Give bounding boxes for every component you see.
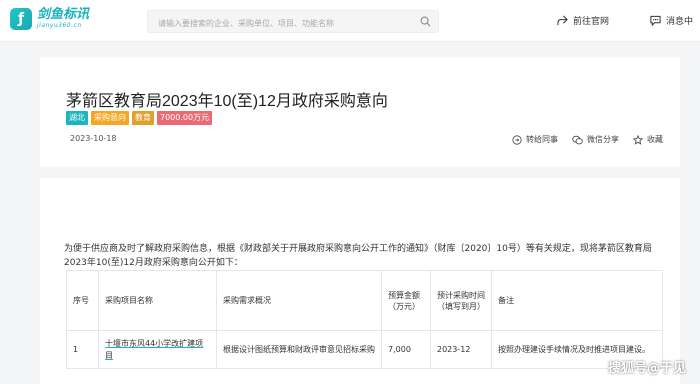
watermark: 搜狐号@于见 xyxy=(607,361,686,376)
table-header-cell: 采购项目名称 xyxy=(98,270,217,331)
page-title: 茅箭区教育局2023年10(至)12月政府采购意向 xyxy=(66,93,388,110)
table-header-cell: 预计采购时间（填写到月） xyxy=(430,270,492,331)
table-cell: 7,000 xyxy=(381,330,431,369)
publish-date: 2023-10-18 xyxy=(70,134,117,143)
forward-label: 转给同事 xyxy=(526,135,558,144)
forward-button[interactable]: 转给同事 xyxy=(512,134,558,145)
tag-industry[interactable]: 教育 xyxy=(132,111,154,125)
search-icon[interactable] xyxy=(420,16,431,27)
table-cell: 根据设计图纸预算和财政评审意见招标采购 xyxy=(216,330,382,369)
favorite-button[interactable]: 收藏 xyxy=(633,134,663,145)
messages-link[interactable]: 消息中 xyxy=(650,14,693,27)
official-site-label: 前往官网 xyxy=(573,17,610,27)
star-icon xyxy=(633,134,643,145)
search-input[interactable] xyxy=(148,13,408,34)
wechat-icon xyxy=(572,135,583,144)
table-cell: 十堰市东风44小学改扩建项目 xyxy=(98,330,217,369)
project-name-link[interactable]: 十堰市东风44小学改扩建项目 xyxy=(105,339,203,360)
messages-label: 消息中 xyxy=(666,17,694,27)
table-cell: 2023-12 xyxy=(430,330,492,369)
wechat-share-label: 微信分享 xyxy=(587,135,619,144)
tag-amount: 7000.00万元 xyxy=(157,111,213,125)
tag-list: 湖北 采购意向 教育 7000.00万元 xyxy=(66,111,215,125)
search-box xyxy=(147,10,439,34)
notice-header-card: 茅箭区教育局2023年10(至)12月政府采购意向 湖北 采购意向 教育 700… xyxy=(40,57,680,167)
table-header-row: 序号 采购项目名称 采购需求概况 预算金额（万元） 预计采购时间（填写到月） 备… xyxy=(66,270,663,331)
procurement-table: 序号 采购项目名称 采购需求概况 预算金额（万元） 预计采购时间（填写到月） 备… xyxy=(66,270,663,369)
table-row: 1 十堰市东风44小学改扩建项目 根据设计图纸预算和财政评审意见招标采购 7,0… xyxy=(66,330,663,369)
tag-type[interactable]: 采购意向 xyxy=(91,111,129,125)
share-arrow-icon xyxy=(557,15,568,26)
logo-mark-icon: ƒ xyxy=(10,8,32,30)
table-header-cell: 采购需求概况 xyxy=(216,270,382,331)
forward-icon xyxy=(512,134,522,145)
logo-name: 剑鱼标讯 xyxy=(37,7,90,22)
logo-subtitle: jianyu360.cn xyxy=(37,22,82,29)
intro-paragraph: 为便于供应商及时了解政府采购信息，根据《财政部关于开展政府采购意向公开工作的通知… xyxy=(64,244,652,268)
table-cell: 1 xyxy=(66,330,99,369)
logo[interactable]: ƒ 剑鱼标讯 jianyu360.cn xyxy=(10,8,89,30)
action-bar: 转给同事 微信分享 收藏 xyxy=(498,134,663,145)
message-icon xyxy=(650,15,661,26)
notice-body-card: 为便于供应商及时了解政府采购信息，根据《财政部关于开展政府采购意向公开工作的通知… xyxy=(40,178,680,384)
table-header-cell: 序号 xyxy=(66,270,99,331)
table-header-cell: 备注 xyxy=(491,270,663,331)
top-bar: ƒ 剑鱼标讯 jianyu360.cn 前往官网 消息中 xyxy=(0,0,700,42)
logo-text: 剑鱼标讯 jianyu360.cn xyxy=(37,8,89,30)
tag-region[interactable]: 湖北 xyxy=(66,111,88,125)
table-header-cell: 预算金额（万元） xyxy=(381,270,431,331)
official-site-link[interactable]: 前往官网 xyxy=(557,14,609,27)
favorite-label: 收藏 xyxy=(647,135,663,144)
wechat-share-button[interactable]: 微信分享 xyxy=(572,134,619,145)
